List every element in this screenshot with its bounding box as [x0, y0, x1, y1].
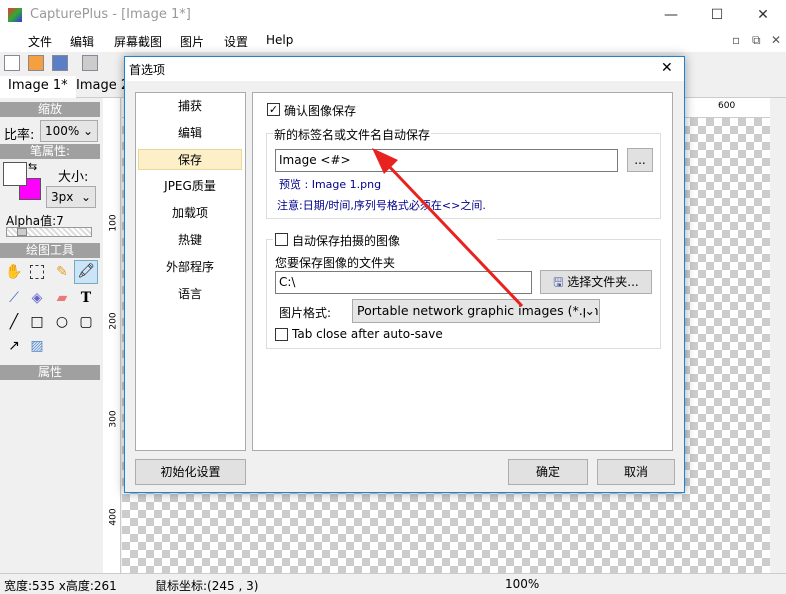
annotation-arrow	[372, 148, 524, 308]
foreground-color-swatch[interactable]	[3, 162, 27, 186]
